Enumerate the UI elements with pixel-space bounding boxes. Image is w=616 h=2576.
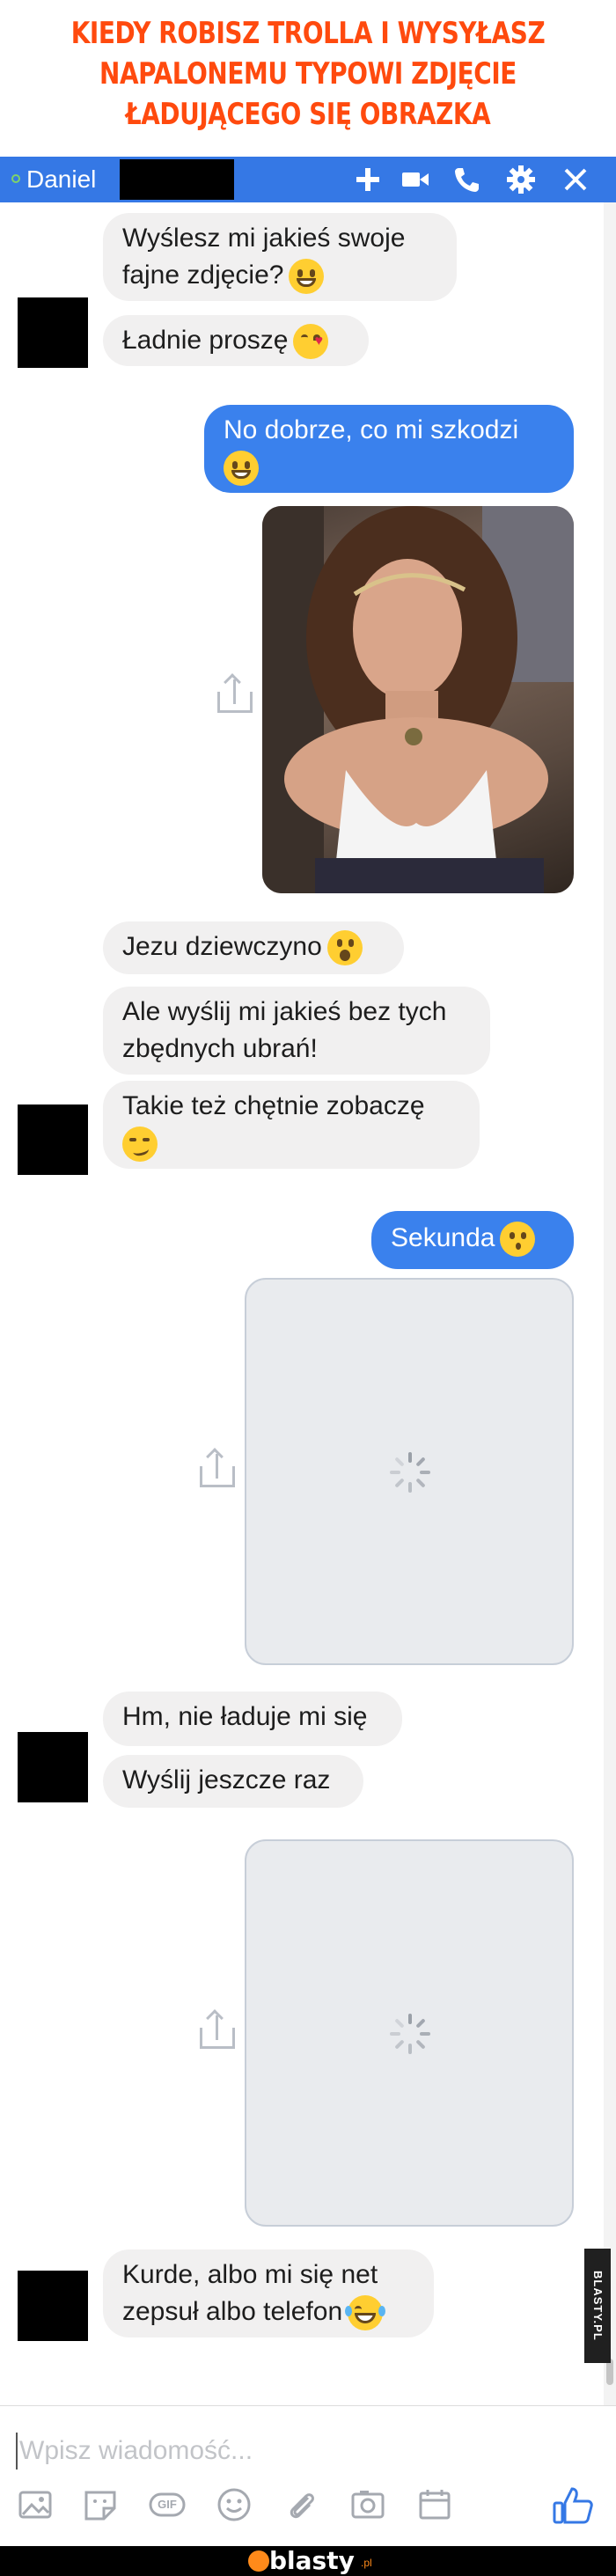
close-icon[interactable] bbox=[560, 164, 591, 195]
message-text: Ładnie proszę bbox=[122, 326, 289, 355]
share-icon[interactable] bbox=[198, 2008, 237, 2051]
thumbs-up-icon[interactable] bbox=[551, 2484, 595, 2528]
camera-icon[interactable] bbox=[348, 2485, 387, 2524]
conversation[interactable]: Wyślesz mi jakieś swoje fajne zdjęcie? Ł… bbox=[0, 202, 616, 2405]
loading-image[interactable] bbox=[245, 1839, 574, 2227]
gear-icon[interactable] bbox=[505, 164, 537, 195]
message-text: Jezu dziewczyno bbox=[122, 932, 322, 961]
received-message: Wyślesz mi jakieś swoje fajne zdjęcie? bbox=[103, 213, 457, 302]
message-text: No dobrze, co mi szkodzi bbox=[224, 415, 519, 444]
contact-name[interactable]: Daniel bbox=[26, 165, 96, 194]
message-text: Sekunda bbox=[391, 1223, 495, 1252]
chat-header: Daniel bbox=[0, 157, 616, 202]
meme-title: KIEDY ROBISZ TROLLA I WYSYŁASZ NAPALONEM… bbox=[0, 0, 616, 157]
image-icon[interactable] bbox=[16, 2485, 55, 2524]
name-redaction bbox=[120, 159, 234, 200]
phone-icon[interactable] bbox=[451, 164, 482, 195]
smirking-emoji-icon bbox=[122, 1127, 158, 1163]
loading-spinner-icon bbox=[390, 1452, 430, 1493]
message-text: Wyślesz mi jakieś swoje fajne zdjęcie? bbox=[122, 224, 406, 290]
share-icon[interactable] bbox=[216, 672, 254, 715]
gif-icon[interactable]: GIF bbox=[148, 2485, 187, 2524]
title-line-3: ŁADUJĄCEGO SIĘ OBRAZKA bbox=[125, 97, 491, 132]
site-footer: blasty .pl bbox=[0, 2546, 616, 2576]
message-input[interactable] bbox=[16, 2433, 549, 2470]
avatar[interactable] bbox=[18, 2271, 88, 2341]
message-text: Wyślij jeszcze raz bbox=[122, 1765, 331, 1794]
calendar-icon[interactable] bbox=[415, 2485, 454, 2524]
received-message: Ładnie proszę bbox=[103, 315, 369, 366]
grinning-emoji-icon bbox=[224, 451, 259, 487]
online-status-icon bbox=[11, 174, 20, 183]
message-text: Ale wyślij mi jakieś bez tych zbędnych u… bbox=[122, 997, 447, 1063]
emoji-icon[interactable] bbox=[215, 2485, 253, 2524]
kissing-emoji-icon bbox=[500, 1222, 536, 1258]
message-text: Kurde, albo mi się net zepsuł albo telef… bbox=[122, 2260, 378, 2326]
loading-image[interactable] bbox=[245, 1278, 574, 1665]
avatar[interactable] bbox=[18, 297, 88, 368]
avatar[interactable] bbox=[18, 1732, 88, 1802]
scrollbar[interactable] bbox=[604, 202, 616, 2405]
received-message: Takie też chętnie zobaczę bbox=[103, 1081, 480, 1170]
share-icon[interactable] bbox=[198, 1447, 237, 1489]
title-line-1: KIEDY ROBISZ TROLLA I WYSYŁASZ bbox=[70, 16, 546, 51]
message-text: Takie też chętnie zobaczę bbox=[122, 1091, 425, 1120]
received-message: Ale wyślij mi jakieś bez tych zbędnych u… bbox=[103, 987, 490, 1075]
gif-label: GIF bbox=[158, 2498, 177, 2511]
received-message: Hm, nie ładuje mi się bbox=[103, 1692, 402, 1746]
tears-of-joy-emoji-icon bbox=[345, 2295, 386, 2331]
avatar[interactable] bbox=[18, 1105, 88, 1175]
brand-name[interactable]: blasty bbox=[269, 2546, 355, 2576]
received-message: Kurde, albo mi się net zepsuł albo telef… bbox=[103, 2249, 434, 2338]
plus-icon[interactable] bbox=[352, 164, 384, 195]
message-composer: GIF bbox=[0, 2405, 616, 2547]
grinning-emoji-icon bbox=[289, 259, 325, 295]
brand-tld: .pl bbox=[361, 2557, 372, 2569]
message-text: Hm, nie ładuje mi się bbox=[122, 1702, 368, 1731]
sticker-icon[interactable] bbox=[81, 2485, 120, 2524]
sent-photo[interactable] bbox=[262, 506, 574, 893]
sent-message: Sekunda bbox=[371, 1211, 574, 1269]
attach-icon[interactable] bbox=[282, 2485, 320, 2524]
blasty-logo-icon bbox=[248, 2550, 269, 2572]
watermark: BLASTY.PL bbox=[584, 2249, 611, 2363]
kissing-heart-emoji-icon bbox=[293, 324, 329, 360]
sent-message: No dobrze, co mi szkodzi bbox=[204, 405, 574, 494]
video-camera-icon[interactable] bbox=[400, 164, 431, 195]
astonished-emoji-icon bbox=[326, 930, 363, 966]
loading-spinner-icon bbox=[390, 2014, 430, 2054]
received-message: Wyślij jeszcze raz bbox=[103, 1755, 363, 1808]
received-message: Jezu dziewczyno bbox=[103, 921, 404, 974]
title-line-2: NAPALONEMU TYPOWI ZDJĘCIE bbox=[99, 56, 517, 92]
